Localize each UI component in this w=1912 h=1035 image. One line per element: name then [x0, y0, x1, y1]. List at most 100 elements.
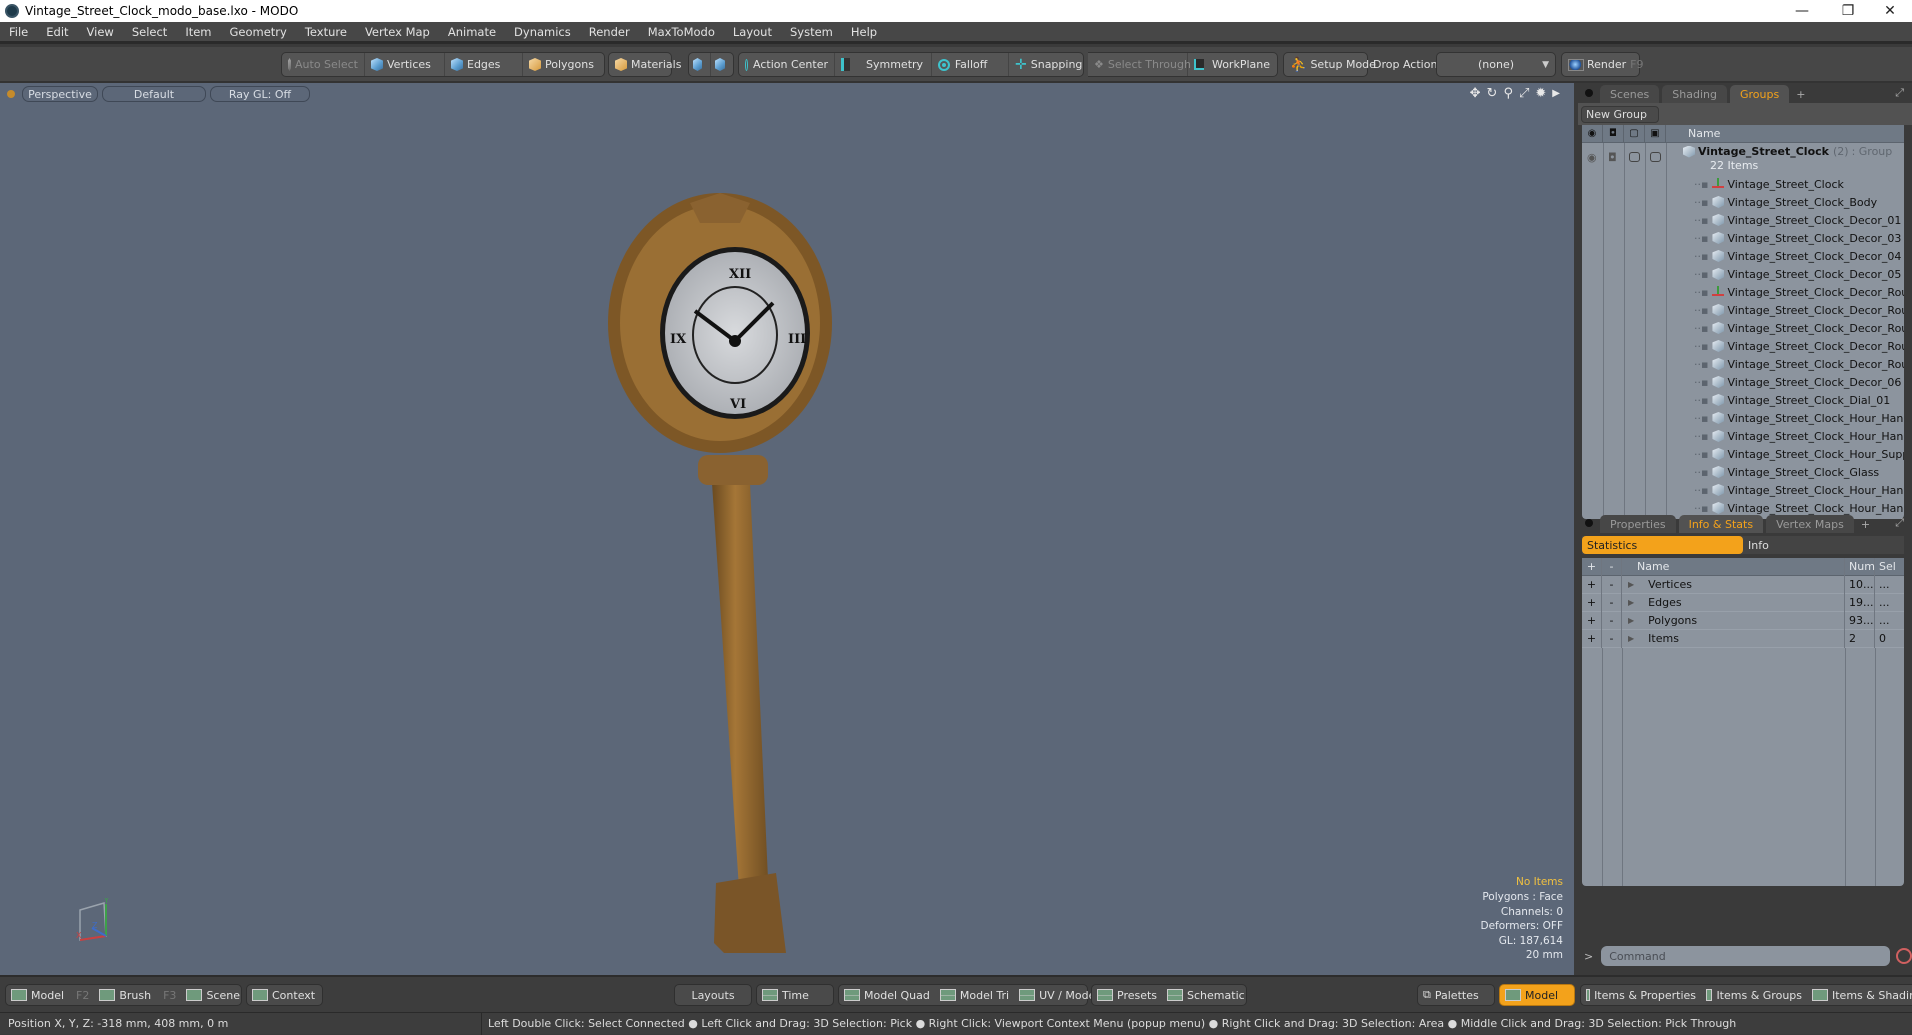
group-item-row[interactable]: ··▪ Vintage_Street_Clock_Decor_06: [1582, 373, 1904, 391]
mode-model-button[interactable]: Model F2: [6, 985, 94, 1005]
menu-system[interactable]: System: [781, 25, 842, 39]
render-camera-icon[interactable]: ◘: [1603, 125, 1624, 143]
model-tri-button[interactable]: Model Tri: [935, 985, 1014, 1005]
expand-arrow-icon[interactable]: ▶: [1628, 598, 1634, 607]
schematic-button[interactable]: Schematic: [1162, 985, 1250, 1005]
tab-vertex-maps[interactable]: Vertex Maps: [1766, 515, 1854, 533]
camera-icon[interactable]: ◘: [1608, 151, 1617, 164]
pivot-mode-button-2[interactable]: [711, 53, 733, 76]
menu-edit[interactable]: Edit: [37, 25, 77, 39]
command-input[interactable]: Command: [1601, 946, 1891, 966]
rotate-icon[interactable]: ↻: [1487, 86, 1498, 101]
new-group-button[interactable]: New Group: [1581, 105, 1659, 123]
edges-button[interactable]: Edges: [445, 53, 523, 76]
restore-icon[interactable]: ❐: [1826, 0, 1870, 22]
visibility-eye-icon[interactable]: ◉: [1582, 125, 1603, 143]
group-item-row[interactable]: ··▪ Vintage_Street_Clock_Body: [1582, 193, 1904, 211]
lock-toggle[interactable]: [1629, 152, 1640, 162]
gear-icon[interactable]: ✹: [1535, 86, 1546, 101]
drop-action-select[interactable]: (none) ▼: [1436, 52, 1556, 77]
remove-from-selection-button[interactable]: -: [1602, 629, 1622, 648]
tab-scenes[interactable]: Scenes: [1600, 85, 1660, 103]
zoom-icon[interactable]: ⚲: [1503, 86, 1513, 101]
panel-menu-dot[interactable]: [1585, 89, 1593, 97]
group-item-row[interactable]: ··▪ Vintage_Street_Clock: [1582, 175, 1904, 193]
presets-button[interactable]: Presets: [1092, 985, 1162, 1005]
view-type-button[interactable]: Perspective: [22, 86, 98, 102]
play-arrow-icon[interactable]: ▶: [1552, 88, 1560, 101]
group-item-row[interactable]: ··▪Vintage_Street_Clock_Decor_Roun ...: [1582, 337, 1904, 355]
items-shading-button[interactable]: Items & Shading: [1807, 985, 1912, 1005]
shading-style-button[interactable]: Default: [102, 86, 206, 102]
add-to-selection-button[interactable]: +: [1582, 593, 1602, 612]
3d-viewport[interactable]: Perspective Default Ray GL: Off ✥ ↻ ⚲ ⤢ …: [0, 83, 1574, 975]
add-tab-button[interactable]: +: [1857, 515, 1874, 533]
menu-view[interactable]: View: [78, 25, 123, 39]
setup-mode-button[interactable]: ⛹ Setup Mode: [1284, 53, 1382, 76]
minimize-icon[interactable]: —: [1780, 0, 1824, 22]
palettes-button[interactable]: ⧉ Palettes: [1418, 985, 1484, 1005]
group-item-row[interactable]: ··▪ Vintage_Street_Clock_Decor_01: [1582, 211, 1904, 229]
close-icon[interactable]: ✕: [1868, 0, 1912, 22]
stats-row[interactable]: + - ▶ Edges 19......: [1582, 593, 1904, 612]
tab-shading[interactable]: Shading: [1662, 85, 1727, 103]
snapping-button[interactable]: ✛ Snapping: [1009, 53, 1083, 76]
action-center-button[interactable]: Action Center: [739, 53, 835, 76]
group-item-row[interactable]: ··▪ Vintage_Street_Clock_Decor_03: [1582, 229, 1904, 247]
items-groups-button[interactable]: Items & Groups: [1701, 985, 1807, 1005]
menu-animate[interactable]: Animate: [439, 25, 505, 39]
auto-select-button[interactable]: Auto Select: [282, 53, 365, 76]
add-to-selection-button[interactable]: +: [1582, 611, 1602, 630]
menu-geometry[interactable]: Geometry: [221, 25, 296, 39]
menu-help[interactable]: Help: [842, 25, 886, 39]
falloff-button[interactable]: Falloff: [932, 53, 1009, 76]
group-item-row[interactable]: ··▪Vintage_Street_Clock_Hour_Support: [1582, 445, 1904, 463]
stats-row[interactable]: + - ▶ Items 2 0: [1582, 629, 1904, 648]
stats-row[interactable]: + - ▶ Polygons 93......: [1582, 611, 1904, 630]
expand-icon[interactable]: ⤢: [1895, 86, 1904, 100]
tab-info-stats[interactable]: Info & Stats: [1678, 515, 1764, 533]
group-item-row[interactable]: ··▪ Vintage_Street_Clock_Glass: [1582, 463, 1904, 481]
group-item-row[interactable]: ··▪ Vintage_Street_Clock_Decor_Round: [1582, 283, 1904, 301]
group-item-row[interactable]: ··▪ Vintage_Street_Clock_Decor_05: [1582, 265, 1904, 283]
layouts-button[interactable]: Layouts: [674, 984, 752, 1006]
menu-layout[interactable]: Layout: [724, 25, 781, 39]
pan-icon[interactable]: ✥: [1470, 86, 1481, 101]
tab-properties[interactable]: Properties: [1600, 515, 1676, 533]
tab-groups[interactable]: Groups: [1729, 85, 1790, 103]
lock-icon[interactable]: ▢: [1624, 125, 1645, 143]
menu-select[interactable]: Select: [123, 25, 176, 39]
expand-arrow-icon[interactable]: ▶: [1628, 616, 1634, 625]
items-properties-button[interactable]: Items & Properties: [1581, 985, 1701, 1005]
menu-vertex-map[interactable]: Vertex Map: [356, 25, 439, 39]
mode-brush-button[interactable]: Brush F3: [94, 985, 181, 1005]
group-item-row[interactable]: ··▪Vintage_Street_Clock_Hour_Hand_...: [1582, 481, 1904, 499]
model-quad-button[interactable]: Model Quad: [839, 985, 935, 1005]
polygons-button[interactable]: Polygons: [523, 53, 604, 76]
subtab-info[interactable]: Info: [1743, 536, 1904, 554]
expand-arrow-icon[interactable]: ▶: [1628, 580, 1634, 589]
menu-render[interactable]: Render: [580, 25, 639, 39]
expand-icon[interactable]: ⤢: [1895, 516, 1904, 530]
expand-arrow-icon[interactable]: ▶: [1628, 634, 1634, 643]
workplane-button[interactable]: WorkPlane: [1188, 53, 1276, 76]
materials-button[interactable]: Materials: [609, 53, 687, 76]
subtab-statistics[interactable]: Statistics: [1582, 536, 1743, 554]
menu-item[interactable]: Item: [176, 25, 220, 39]
symmetry-button[interactable]: Symmetry: [835, 53, 932, 76]
group-item-row[interactable]: ··▪Vintage_Street_Clock_Decor_Roun ...: [1582, 319, 1904, 337]
add-to-selection-button[interactable]: +: [1582, 629, 1602, 648]
select-through-button[interactable]: ❖ Select Through: [1088, 53, 1191, 76]
menu-file[interactable]: File: [0, 25, 37, 39]
street-clock-model[interactable]: XII III VI IX: [590, 103, 850, 953]
record-icon[interactable]: [1896, 948, 1912, 964]
group-item-row[interactable]: ··▪Vintage_Street_Clock_Decor_Roun ...: [1582, 355, 1904, 373]
group-row[interactable]: ◉ ◘ Vintage_Street_Clock (2) : Group 22 …: [1582, 145, 1904, 173]
group-item-row[interactable]: ··▪ Vintage_Street_Clock_Decor_04: [1582, 247, 1904, 265]
remove-from-selection-button[interactable]: -: [1602, 593, 1622, 612]
remove-from-selection-button[interactable]: -: [1602, 611, 1622, 630]
panel-menu-dot[interactable]: [1585, 519, 1593, 527]
vertices-button[interactable]: Vertices: [365, 53, 445, 76]
model-layout-button[interactable]: Model: [1500, 985, 1563, 1005]
select-toggle[interactable]: [1650, 152, 1661, 162]
